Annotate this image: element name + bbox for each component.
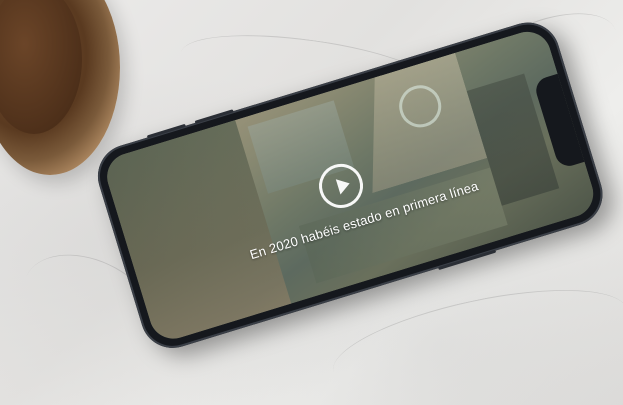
play-icon xyxy=(335,175,352,195)
wooden-bowl xyxy=(0,0,120,175)
marble-table-background: En 2020 habéis estado en primera línea xyxy=(0,0,623,405)
marble-vein xyxy=(324,269,623,405)
bowl-contents xyxy=(0,0,82,134)
